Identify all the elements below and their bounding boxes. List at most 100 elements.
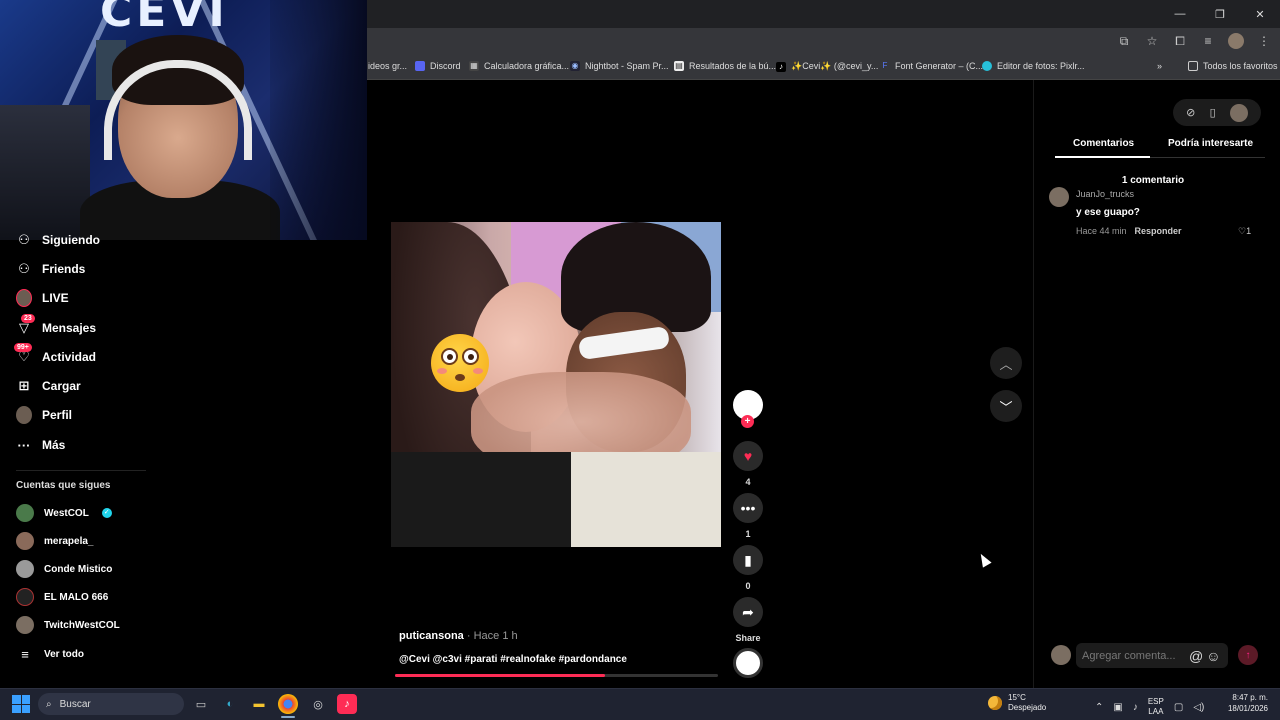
chevron-up-icon[interactable]: ⌃: [1095, 702, 1103, 713]
bookmark-icon[interactable]: ▮: [733, 545, 763, 575]
nightbot-icon: ◉: [570, 61, 580, 71]
comment-icon[interactable]: •••: [733, 493, 763, 523]
emoji-icon[interactable]: ☺: [1206, 648, 1220, 664]
weather-desc: Despejado: [1008, 703, 1047, 712]
task-view-icon[interactable]: ▭: [191, 694, 211, 714]
comment-action[interactable]: ••• 1: [733, 493, 763, 539]
webcam-shadow: [270, 0, 367, 240]
video-author[interactable]: puticansona: [399, 630, 464, 642]
cast-icon[interactable]: ⧉: [1116, 34, 1132, 49]
all-bookmarks[interactable]: Todos los favoritos: [1188, 61, 1278, 71]
webcam-shelf: [0, 105, 90, 240]
comment-username[interactable]: JuanJo_trucks: [1076, 189, 1134, 199]
comment-input-box[interactable]: @ ☺: [1076, 643, 1228, 668]
emoji-cheek: [473, 368, 483, 374]
star-icon[interactable]: ☆: [1144, 34, 1160, 48]
weather-widget[interactable]: 15°C Despejado: [988, 693, 1046, 713]
profile-avatar: [16, 406, 32, 424]
bookmark-item[interactable]: ▤ Resultados de la bú...: [674, 61, 776, 71]
bookmark-item[interactable]: Discord: [415, 61, 461, 71]
like-action[interactable]: ♥ 4: [733, 441, 763, 487]
video-progress-bar[interactable]: [395, 674, 718, 677]
restore-icon[interactable]: ❐: [1200, 0, 1240, 28]
share-icon[interactable]: ➦: [733, 597, 763, 627]
sidebar-item-friends[interactable]: ⚇ Friends: [16, 261, 85, 277]
compass-icon[interactable]: ⊘: [1186, 106, 1195, 119]
windows-start-icon[interactable]: [12, 695, 30, 713]
sidebar-item-more[interactable]: ··· Más: [16, 437, 66, 453]
following-account[interactable]: EL MALO 666: [16, 588, 108, 606]
chrome-icon[interactable]: [278, 694, 298, 714]
commenter-avatar[interactable]: [1049, 187, 1069, 207]
tab-comments[interactable]: Comentarios: [1073, 138, 1134, 149]
emoji-eye: [462, 348, 479, 365]
like-count: 4: [745, 477, 751, 487]
reply-button[interactable]: Responder: [1135, 226, 1182, 236]
comment-like-button[interactable]: ♡1: [1238, 226, 1251, 237]
follow-plus-icon[interactable]: +: [741, 415, 754, 428]
sidebar-item-messages[interactable]: ▽ 23 Mensajes: [16, 314, 96, 336]
bookmark-item[interactable]: ♪ ✨Cevi✨ (@cevi_y...: [776, 61, 878, 72]
sidebar-item-following[interactable]: ⚇ Siguiendo: [16, 232, 100, 248]
following-account[interactable]: WestCOL ✓: [16, 504, 112, 522]
chevron-down-icon: ﹀: [999, 399, 1013, 415]
send-comment-button[interactable]: ↑: [1238, 645, 1258, 665]
edge-icon[interactable]: ◐: [220, 694, 240, 714]
following-account[interactable]: merapela_: [16, 532, 93, 550]
system-tray: ⌃ ▣ ♪ ESP LAA ▢ ◁): [1095, 697, 1204, 717]
monitor-icon[interactable]: ▢: [1174, 702, 1183, 713]
sidebar-item-live[interactable]: LIVE: [16, 289, 69, 307]
music-disc-icon[interactable]: [733, 648, 763, 678]
bookmark-item[interactable]: Editor de fotos: Pixlr...: [982, 61, 1085, 71]
next-video-button[interactable]: ﹀: [990, 390, 1022, 422]
volume-icon[interactable]: ◁): [1193, 702, 1204, 713]
user-avatar[interactable]: [1229, 103, 1248, 122]
save-action[interactable]: ▮ 0: [733, 545, 763, 591]
sidebar-item-activity[interactable]: ♡ 99+ Actividad: [14, 343, 96, 365]
profile-avatar-icon[interactable]: [1228, 33, 1244, 49]
sidebar-divider: [16, 470, 146, 471]
bookmark-item[interactable]: F Font Generator – (C...: [880, 61, 984, 71]
folder-icon: [1188, 61, 1198, 71]
language-indicator[interactable]: ESP LAA: [1148, 697, 1164, 717]
minimize-icon[interactable]: —: [1160, 0, 1200, 28]
tiktok-app-icon[interactable]: ♪: [337, 694, 357, 714]
microphone-icon[interactable]: ♪: [1133, 702, 1138, 713]
video-author-line: puticansona · Hace 1 h: [399, 630, 518, 642]
bookmark-item[interactable]: ideos gr...: [368, 61, 407, 71]
webcam-logo: CEVI: [100, 0, 229, 37]
bookmark-item[interactable]: ◉ Nightbot - Spam Pr...: [570, 61, 669, 71]
mention-icon[interactable]: @: [1189, 648, 1203, 664]
see-all-following[interactable]: ≡ Ver todo: [16, 646, 84, 662]
clock-time: 8:47 p. m.: [1232, 693, 1268, 702]
page-icon: ▤: [674, 61, 684, 71]
comment-meta: Hace 44 min Responder: [1076, 226, 1182, 236]
following-account[interactable]: Conde Mistico: [16, 560, 112, 578]
video-jacket: [391, 452, 571, 547]
obs-icon[interactable]: ◎: [308, 694, 328, 714]
close-icon[interactable]: ✕: [1240, 0, 1280, 28]
file-explorer-icon[interactable]: ▬: [249, 694, 269, 714]
comment-input[interactable]: [1082, 649, 1186, 662]
video-player[interactable]: [391, 222, 721, 547]
bookmarks-overflow[interactable]: »: [1157, 61, 1162, 71]
menu-icon[interactable]: ⋮: [1256, 34, 1272, 48]
taskbar-search[interactable]: ⌕ Buscar: [38, 693, 184, 715]
media-icon[interactable]: ≡: [1200, 34, 1216, 48]
sidebar-item-upload[interactable]: ⊞ Cargar: [16, 378, 81, 394]
previous-video-button[interactable]: ︿: [990, 347, 1022, 379]
gallery-icon[interactable]: ▣: [1113, 702, 1122, 713]
taskbar-active-indicator: [281, 716, 295, 718]
following-account[interactable]: TwitchWestCOL: [16, 616, 120, 634]
taskbar-clock[interactable]: 8:47 p. m. 18/01/2026: [1224, 692, 1268, 714]
tab-recommended[interactable]: Podría interesarte: [1168, 138, 1253, 149]
emoji-eye: [441, 348, 458, 365]
live-icon: [16, 289, 32, 307]
bookmark-item[interactable]: ▦ Calculadora gráfica...: [469, 61, 569, 71]
heart-icon[interactable]: ♥: [733, 441, 763, 471]
phone-icon[interactable]: ▯: [1210, 106, 1216, 119]
font-icon: F: [882, 61, 888, 70]
extensions-icon[interactable]: ⧠: [1172, 34, 1188, 49]
sidebar-item-profile[interactable]: Perfil: [16, 406, 72, 424]
share-action[interactable]: ➦ Share: [733, 597, 763, 643]
